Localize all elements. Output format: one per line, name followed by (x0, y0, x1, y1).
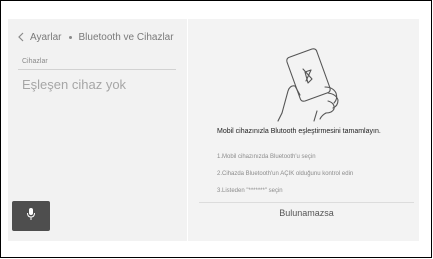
breadcrumb-bluetooth-devices: Bluetooth ve Cihazlar (78, 31, 174, 43)
hand-holding-phone-bluetooth-icon (270, 43, 352, 123)
no-paired-devices-text: Eşleşen cihaz yok (22, 77, 127, 92)
pairing-step: 2.Cihazda Bluetooth'un AÇIK olduğunu kon… (217, 171, 354, 177)
pairing-step: 1.Mobil cihazınızda Bluetooth'u seçin (217, 154, 316, 160)
button-divider (199, 202, 414, 203)
pairing-prompt: Mobil cihazınızla Blutooth eşleştirmesin… (217, 128, 381, 135)
breadcrumb-settings[interactable]: Ayarlar (30, 32, 62, 43)
breadcrumb: Ayarlar Bluetooth ve Cihazlar (16, 30, 174, 44)
pairing-steps: 1.Mobil cihazınızda Bluetooth'u seçin 2.… (217, 153, 353, 204)
breadcrumb-separator (68, 35, 72, 39)
section-divider (18, 69, 176, 70)
microphone-icon (26, 207, 36, 226)
chevron-left-icon[interactable] (16, 30, 26, 44)
not-found-button[interactable]: Bulunamazsa (199, 208, 414, 218)
microphone-button[interactable] (12, 201, 50, 231)
devices-section-label: Cihazlar (22, 58, 48, 65)
pairing-step: 3.Listeden "*******" seçin (217, 188, 283, 194)
